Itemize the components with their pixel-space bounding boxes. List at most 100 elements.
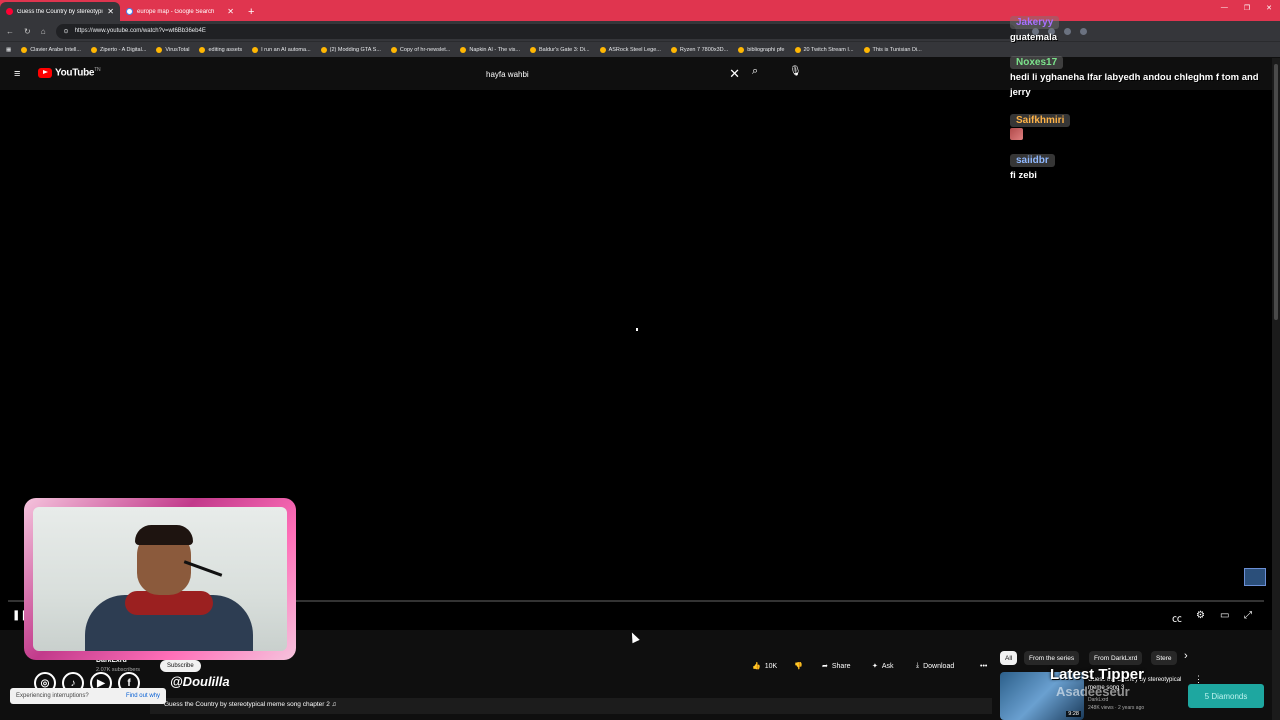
microphone-icon[interactable]: 🎙	[789, 66, 802, 77]
bookmark-item[interactable]: bibliographi pfe	[738, 46, 785, 53]
bookmark-label: Clavier Arabe Intell...	[30, 46, 81, 53]
toast-text: Experiencing interruptions?	[16, 693, 89, 699]
extension-icon[interactable]	[1063, 27, 1071, 35]
url-field[interactable]: ⊙ https://www.youtube.com/watch?v=wt6Bb3…	[55, 23, 1016, 39]
like-count: 10K	[764, 662, 778, 670]
url-text: https://www.youtube.com/watch?v=wt6Bb36e…	[74, 28, 206, 34]
youtube-wordmark: YouTubeTN	[55, 67, 101, 78]
close-icon[interactable]: ✕	[107, 7, 114, 16]
country-code: TN	[94, 67, 101, 73]
find-out-why-link[interactable]: Find out why	[126, 693, 160, 699]
close-icon[interactable]: ✕	[227, 7, 234, 16]
browser-tab-google[interactable]: europe map - Google Search ✕	[120, 2, 240, 21]
chat-message: saiidbr fi zebi	[1010, 150, 1055, 183]
back-arrow-icon[interactable]: ←	[6, 27, 14, 36]
bookmark-label: Copy of hr-newslet...	[399, 46, 451, 53]
sparkle-icon: ✦	[872, 663, 878, 670]
bookmark-item[interactable]: Ziperto - A Digital...	[90, 46, 146, 53]
share-arrow-icon: ➦	[822, 663, 828, 670]
folder-icon	[738, 46, 745, 53]
google-favicon-icon	[126, 8, 133, 15]
recommended-meta: 248K views · 2 years ago	[1088, 705, 1145, 711]
bookmark-item[interactable]: Ryzen 7 7800x3D...	[670, 46, 729, 53]
chat-text: fi zebi	[1010, 170, 1037, 181]
screen: Guess the Country by stereotypical ✕ eur…	[0, 0, 1280, 720]
bookmark-label: Baldur's Gate 3: Di...	[539, 46, 590, 53]
chat-text: guatemala	[1010, 32, 1057, 43]
captions-icon[interactable]: ㏄	[1172, 610, 1182, 625]
search-query: hayfa wahbi	[486, 69, 529, 79]
chat-text	[1010, 128, 1070, 145]
dislike-button[interactable]: 👎	[788, 657, 809, 675]
bookmark-favicon-icon	[670, 46, 677, 53]
search-icon[interactable]: ⌕	[752, 65, 758, 78]
chat-message: Saifkhmiri	[1010, 110, 1071, 145]
ask-button[interactable]: ✦ Ask	[866, 657, 900, 675]
bookmark-item[interactable]: editing assets	[199, 46, 242, 53]
scrollbar-thumb[interactable]	[1274, 64, 1278, 320]
chip-stereotypical[interactable]: Stere	[1151, 651, 1177, 665]
extension-icon[interactable]	[1079, 27, 1087, 35]
thumbs-up-icon: 👍	[752, 663, 761, 670]
chat-text: hedi li yghaneha lfar labyedh andou chle…	[1010, 72, 1259, 98]
webcam-overlay	[24, 498, 296, 660]
fullscreen-icon[interactable]: ⤢	[1244, 610, 1252, 621]
share-button[interactable]: ➦ Share	[816, 657, 857, 675]
latest-tipper-label: Latest Tipper	[1050, 666, 1144, 683]
chip-from-channel[interactable]: From DarkLxrd	[1089, 651, 1143, 665]
bookmark-item[interactable]: Clavier Arabe Intell...	[21, 46, 81, 53]
address-bar-row: ← ↻ ⌂ ⊙ https://www.youtube.com/watch?v=…	[0, 21, 1280, 41]
bookmark-item[interactable]: I run an AI automa...	[252, 46, 311, 53]
new-tab-button[interactable]: +	[240, 6, 262, 21]
bookmark-label: VirusTotal	[165, 46, 190, 53]
bookmark-favicon-icon	[599, 46, 606, 53]
menu-icon[interactable]: ≡	[14, 68, 25, 80]
youtube-favicon-icon	[6, 8, 13, 15]
streamer-handle: @Doulilla	[170, 674, 230, 689]
bookmark-favicon-icon	[794, 46, 801, 53]
youtube-play-logo-icon	[38, 67, 52, 78]
bookmark-item[interactable]: (2) Modding GTA S...	[320, 46, 381, 53]
chip-all[interactable]: All	[1000, 651, 1018, 665]
bookmark-item[interactable]: VirusTotal	[156, 46, 190, 53]
bookmark-favicon-icon	[390, 46, 397, 53]
minimize-icon[interactable]: —	[1221, 4, 1228, 12]
more-actions-button[interactable]: •••	[974, 657, 993, 675]
browser-tab-youtube[interactable]: Guess the Country by stereotypical ✕	[0, 2, 120, 21]
video-duration: 9:28	[1066, 711, 1081, 717]
site-info-icon[interactable]: ⊙	[64, 28, 69, 35]
search-input[interactable]: hayfa wahbi ✕	[478, 64, 748, 84]
settings-gear-icon[interactable]: ⚙	[1196, 610, 1205, 621]
emote-icon	[1010, 128, 1023, 140]
apps-icon[interactable]: ▦	[6, 47, 11, 53]
chip-from-series[interactable]: From the series	[1024, 651, 1080, 665]
download-button[interactable]: ⤓ Download	[910, 657, 960, 675]
home-icon[interactable]: ⌂	[41, 27, 46, 36]
reload-icon[interactable]: ↻	[24, 27, 31, 36]
window-controls: — ❐ ✕	[1221, 4, 1272, 12]
webcam-feed	[33, 507, 287, 651]
restore-icon[interactable]: ❐	[1244, 4, 1250, 12]
page-scrollbar[interactable]	[1272, 58, 1280, 720]
bookmark-item[interactable]: 20 Twitch Stream I...	[794, 46, 854, 53]
bookmark-label: Ryzen 7 7800x3D...	[679, 46, 729, 53]
chat-username: Noxes17	[1010, 56, 1064, 69]
bookmark-favicon-icon	[90, 46, 97, 53]
bookmark-item[interactable]: Napkin AI - The vis...	[460, 46, 520, 53]
bookmark-item[interactable]: Copy of hr-newslet...	[390, 46, 451, 53]
like-button[interactable]: 👍 10K	[746, 657, 783, 675]
download-label: Download	[923, 662, 955, 670]
youtube-logo[interactable]: YouTubeTN	[38, 67, 101, 78]
close-window-icon[interactable]: ✕	[1266, 4, 1272, 12]
clear-search-icon[interactable]: ✕	[729, 66, 740, 82]
bookmark-item[interactable]: This is Tunisian Di...	[863, 46, 922, 53]
bookmark-item[interactable]: ASRock Steel Lege...	[599, 46, 661, 53]
bookmark-favicon-icon	[863, 46, 870, 53]
download-icon: ⤓	[916, 662, 920, 669]
theater-mode-icon[interactable]: ▭	[1220, 610, 1229, 621]
person-hair	[135, 525, 193, 545]
bookmark-item[interactable]: Baldur's Gate 3: Di...	[530, 46, 590, 53]
chevron-right-icon[interactable]: ›	[1184, 650, 1188, 662]
bookmark-favicon-icon	[460, 46, 467, 53]
bookmark-label: This is Tunisian Di...	[872, 46, 922, 53]
